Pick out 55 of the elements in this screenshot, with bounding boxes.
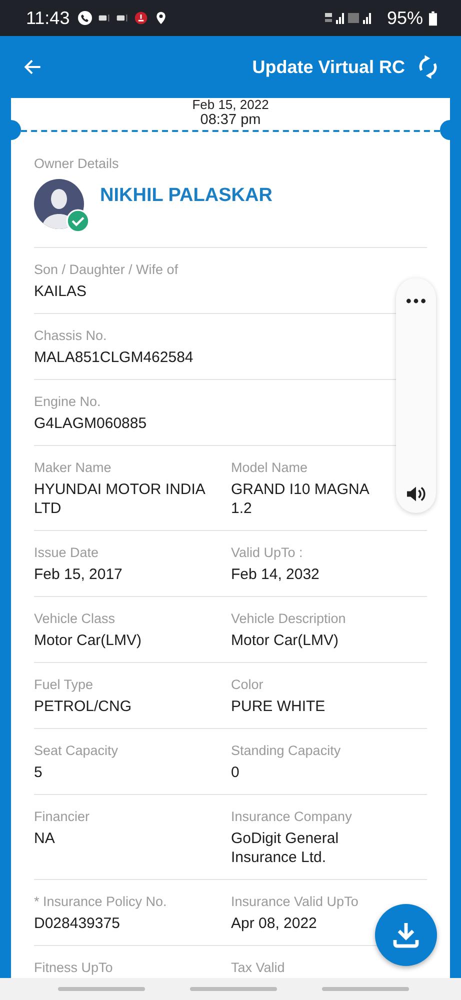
- field-value: HYUNDAI MOTOR INDIA LTD: [34, 480, 206, 518]
- field-value: D028439375: [34, 914, 120, 933]
- field-label: Fuel Type: [34, 676, 94, 694]
- nav-handle[interactable]: [322, 987, 409, 991]
- date-text: Feb 15, 2022: [192, 98, 269, 112]
- app-title: Update Virtual RC: [252, 56, 405, 78]
- field-label: Insurance Valid UpTo: [231, 893, 358, 911]
- notification-icon: [116, 13, 128, 23]
- field-label: Color: [231, 676, 264, 694]
- speaker-icon[interactable]: [405, 485, 427, 503]
- field-label: * Insurance Policy No.: [34, 893, 167, 911]
- nav-handle[interactable]: [190, 987, 277, 991]
- nav-handle[interactable]: [58, 987, 145, 991]
- field-label: Fitness UpTo: [34, 959, 113, 977]
- field-value: NA: [34, 829, 55, 848]
- battery-level: 95%: [386, 8, 423, 28]
- status-time: 11:43: [26, 8, 70, 28]
- field-value: GoDigit General Insurance Ltd.: [231, 829, 340, 867]
- field-label: Insurance Company: [231, 808, 352, 826]
- field-label: Seat Capacity: [34, 742, 118, 760]
- alert-icon: [134, 11, 148, 25]
- field-value: Apr 08, 2022: [231, 914, 317, 933]
- field-value: KAILAS: [34, 282, 87, 301]
- time-text: 08:37 pm: [200, 112, 261, 129]
- field-value: Feb 15, 2017: [34, 565, 122, 584]
- field-value: Motor Car(LMV): [34, 631, 142, 650]
- field-label: Standing Capacity: [231, 742, 341, 760]
- field-label: Vehicle Description: [231, 610, 346, 628]
- field-value: G4LAGM060885: [34, 414, 147, 433]
- field-label: Financier: [34, 808, 90, 826]
- field-value: GRAND I10 MAGNA 1.2: [231, 480, 370, 518]
- field-value: Feb 14, 2032: [231, 565, 320, 584]
- field-label: Chassis No.: [34, 327, 107, 345]
- field-label: Maker Name: [34, 459, 112, 477]
- more-icon[interactable]: [405, 298, 427, 304]
- field-label: Vehicle Class: [34, 610, 116, 628]
- field-value: Motor Car(LMV): [231, 631, 339, 650]
- notification-icon: [98, 13, 110, 23]
- location-icon: [154, 11, 168, 25]
- field-label: Issue Date: [34, 544, 99, 562]
- field-label: Owner Details: [34, 155, 119, 173]
- owner-name: NIKHIL PALASKAR: [100, 185, 272, 207]
- download-icon: [391, 920, 421, 950]
- field-label: Model Name: [231, 459, 308, 477]
- field-label: Tax Valid: [231, 959, 285, 977]
- field-value: PURE WHITE: [231, 697, 326, 716]
- field-label: Engine No.: [34, 393, 101, 411]
- battery-icon: [429, 10, 437, 26]
- field-value: MALA851CLGM462584: [34, 348, 194, 367]
- field-label: Valid UpTo :: [231, 544, 303, 562]
- field-value: PETROL/CNG: [34, 697, 132, 716]
- phone-icon: [78, 11, 92, 25]
- field-value: 5: [34, 763, 42, 782]
- field-value: 0: [231, 763, 240, 782]
- field-label: Son / Daughter / Wife of: [34, 261, 178, 279]
